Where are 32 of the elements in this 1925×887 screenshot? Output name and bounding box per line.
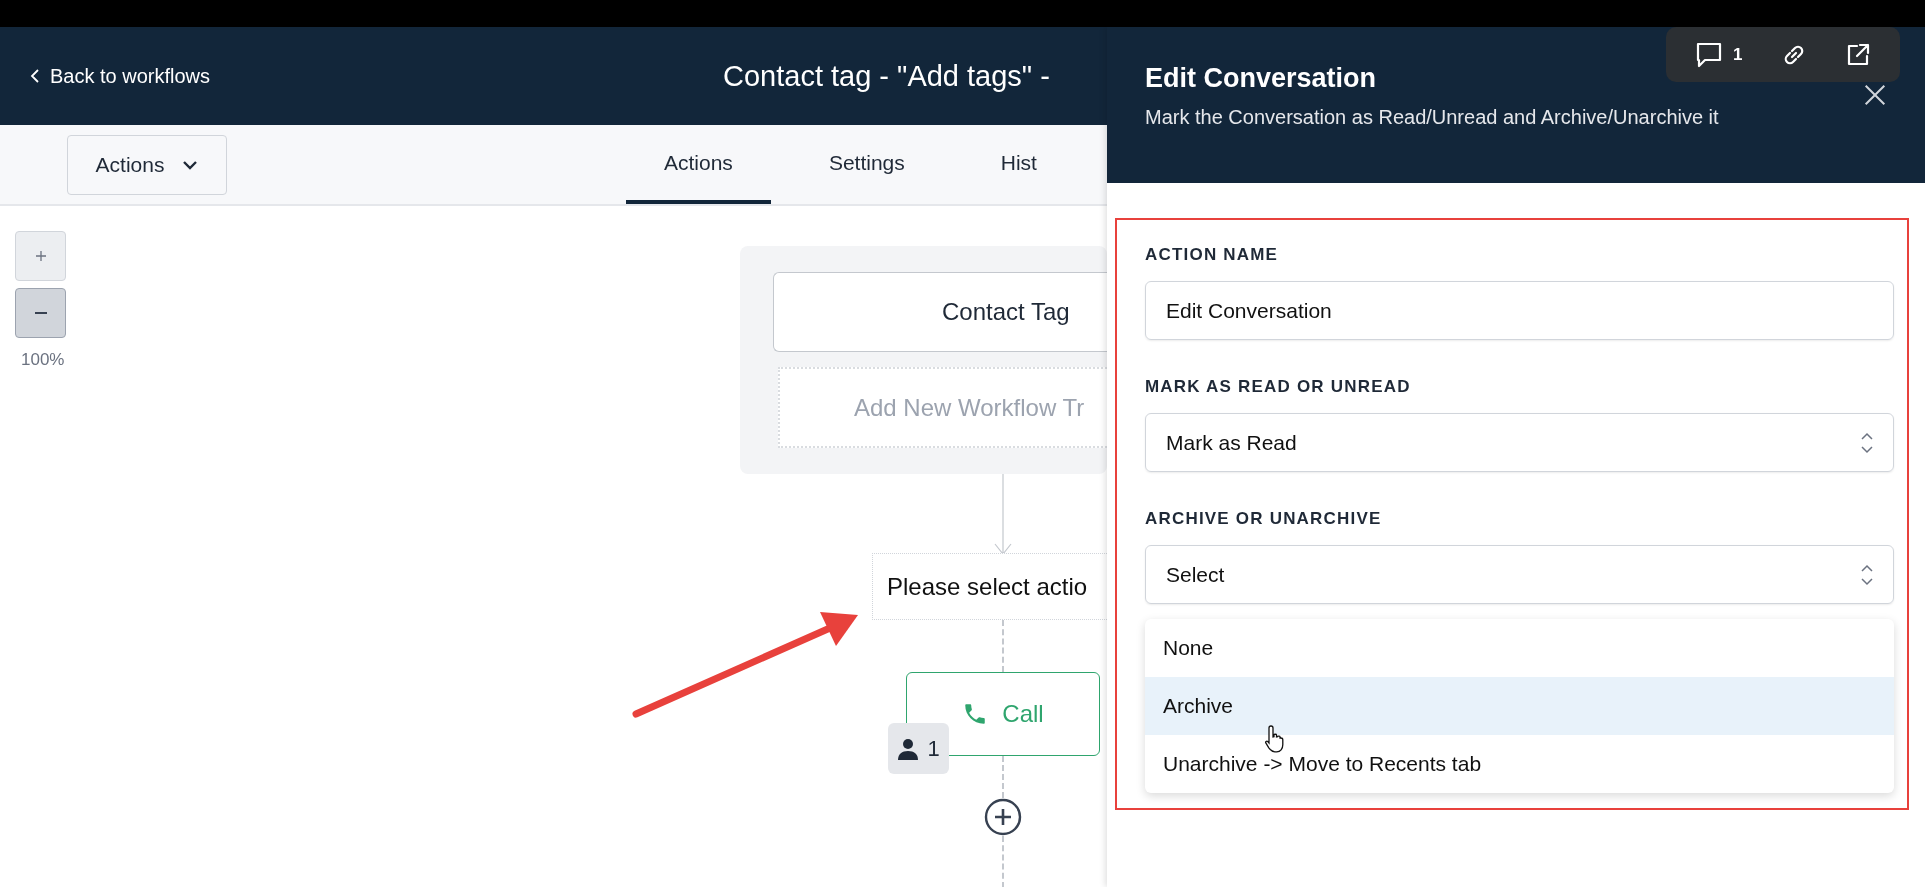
contact-count-badge: 1 bbox=[888, 723, 949, 774]
select-field[interactable]: Mark as Read bbox=[1145, 413, 1894, 472]
comments-button[interactable]: 1 bbox=[1695, 40, 1743, 69]
person-icon bbox=[897, 737, 920, 760]
select-field[interactable]: Select bbox=[1145, 545, 1894, 604]
chevron-left-icon bbox=[30, 68, 40, 84]
speech-bubble-icon bbox=[1695, 40, 1724, 69]
sort-icon bbox=[1861, 562, 1873, 587]
trigger-node[interactable]: Contact Tag bbox=[773, 272, 1107, 352]
panel-title: Edit Conversation bbox=[1145, 63, 1377, 94]
sort-icon bbox=[1861, 430, 1873, 455]
action-node[interactable]: Please select actio bbox=[872, 553, 1107, 620]
tab[interactable]: Settings bbox=[790, 125, 943, 204]
minus-icon bbox=[33, 311, 48, 315]
dropdown-option[interactable]: Unarchive -> Move to Recents tab bbox=[1145, 735, 1894, 793]
close-icon[interactable] bbox=[1864, 84, 1886, 106]
dropdown-option[interactable]: Archive bbox=[1145, 677, 1894, 735]
plus-icon bbox=[34, 250, 47, 262]
input-field[interactable]: Edit Conversation bbox=[1145, 281, 1894, 340]
actions-dropdown[interactable]: Actions bbox=[67, 134, 227, 195]
dropdown-option[interactable]: None bbox=[1145, 619, 1894, 677]
field-label: MARK AS READ OR UNREAD bbox=[1145, 377, 1412, 397]
field-label: ARCHIVE OR UNARCHIVE bbox=[1145, 509, 1383, 529]
panel-subtitle: Mark the Conversation as Read/Unread and Archive/Unarchive it bbox=[1145, 106, 1719, 129]
chevron-down-icon bbox=[182, 159, 199, 170]
workflow-title: Contact tag - "Add tags" - bbox=[723, 59, 1050, 93]
add-step-icon[interactable] bbox=[984, 798, 1022, 836]
back-link[interactable]: Back to workflows bbox=[0, 64, 211, 88]
tab[interactable]: Actions bbox=[626, 125, 771, 204]
zoom-level: 100% bbox=[21, 350, 65, 370]
field-label: ACTION NAME bbox=[1145, 245, 1280, 265]
tab[interactable]: Hist bbox=[962, 125, 1075, 204]
